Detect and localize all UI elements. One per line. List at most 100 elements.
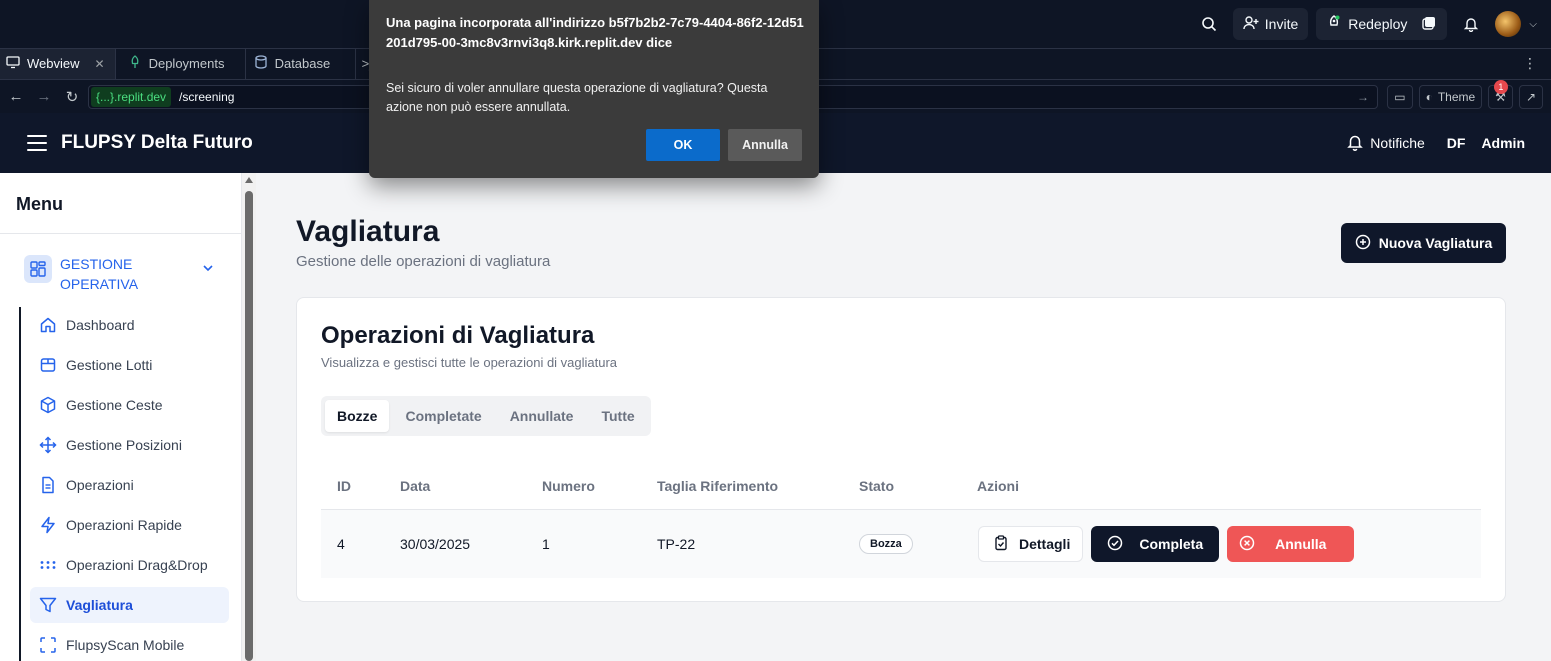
sidebar-item-label: Gestione Ceste — [66, 397, 163, 413]
screening-table: ID Data Numero Taglia Riferimento Stato … — [321, 462, 1481, 578]
sidebar-item-label: Operazioni — [66, 477, 134, 493]
cell-id: 4 — [337, 536, 345, 552]
invite-button[interactable]: Invite — [1232, 8, 1309, 40]
new-screening-button[interactable]: Nuova Vagliatura — [1341, 223, 1506, 263]
scroll-up-icon[interactable] — [245, 177, 253, 183]
sidebar-item-label: Gestione Lotti — [66, 357, 153, 373]
cell-stato: Bozza — [859, 510, 913, 578]
tab-database[interactable]: Database — [246, 48, 356, 79]
dialog-cancel-button[interactable]: Annulla — [728, 129, 802, 161]
notifications-label: Notifiche — [1370, 135, 1425, 151]
tab-completate[interactable]: Completate — [393, 400, 493, 432]
card-subtitle: Visualizza e gestisci tutte le operazion… — [321, 355, 618, 370]
main-content: Vagliatura Gestione delle operazioni di … — [256, 173, 1551, 661]
layout-grid-icon — [24, 255, 52, 283]
sidebar-item-gestione-lotti[interactable]: Gestione Lotti — [30, 347, 229, 383]
replit-top-actions: Invite Redeploy ⌵ — [1193, 8, 1537, 40]
sidebar-item-operazioni-rapide[interactable]: Operazioni Rapide — [30, 507, 229, 543]
app-title: FLUPSY Delta Futuro — [61, 132, 253, 153]
complete-button[interactable]: Completa — [1091, 526, 1220, 562]
reload-icon[interactable]: ↻ — [58, 88, 86, 106]
dialog-title: Una pagina incorporata all'indirizzo b5f… — [386, 15, 804, 50]
tab-webview[interactable]: Webview ✕ — [0, 48, 116, 79]
scrollbar-thumb[interactable] — [245, 191, 253, 661]
sidebar-item-label: FlupsyScan Mobile — [66, 637, 185, 653]
sidebar-group-gestione-operativa[interactable]: GESTIONE OPERATIVA — [24, 255, 224, 294]
box-icon — [38, 395, 58, 415]
sidebar-scrollbar[interactable] — [242, 173, 256, 661]
plus-circle-icon — [1355, 234, 1371, 253]
user-initials: DF — [1446, 135, 1466, 151]
cancel-label: Annulla — [1275, 536, 1327, 552]
cancel-button[interactable]: Annulla — [1227, 526, 1355, 562]
sidebar-title: Menu — [16, 194, 63, 214]
redeploy-button[interactable]: Redeploy — [1316, 8, 1448, 40]
go-arrow-icon[interactable]: → — [1357, 90, 1369, 104]
table-header-row: ID Data Numero Taglia Riferimento Stato … — [321, 462, 1481, 510]
webview-tools: ▭ ◐ Theme ⚒ 1 ↗ — [1387, 80, 1543, 109]
page-subtitle: Gestione delle operazioni di vagliatura — [296, 253, 551, 270]
screening-card: Operazioni di Vagliatura Visualizza e ge… — [296, 297, 1506, 602]
page-title: Vagliatura — [296, 215, 440, 248]
table-row: 4 30/03/2025 1 TP-22 Bozza Dettagli Comp… — [321, 510, 1481, 578]
devtools-button[interactable]: ⚒ 1 — [1488, 80, 1513, 109]
close-icon[interactable]: ✕ — [95, 57, 105, 71]
redeploy-label: Redeploy — [1348, 16, 1408, 32]
monitor-icon — [6, 55, 20, 72]
tab-label: Webview — [27, 56, 80, 71]
status-badge: Bozza — [859, 534, 913, 554]
bell-icon[interactable] — [1455, 8, 1487, 40]
cell-data: 30/03/2025 — [400, 536, 471, 552]
sidebar-item-operazioni[interactable]: Operazioni — [30, 467, 229, 503]
sidebar-item-dashboard[interactable]: Dashboard — [30, 307, 229, 343]
header-actions: Notifiche DF Admin — [1346, 113, 1525, 173]
sidebar-item-gestione-posizioni[interactable]: Gestione Posizioni — [30, 427, 229, 463]
new-screening-label: Nuova Vagliatura — [1378, 235, 1493, 251]
home-icon — [38, 315, 58, 335]
search-icon[interactable] — [1193, 8, 1225, 40]
details-label: Dettagli — [1019, 536, 1071, 552]
sidebar-item-flupsyscan-mobile[interactable]: FlupsyScan Mobile — [30, 627, 229, 661]
zap-icon — [38, 515, 58, 535]
url-path: /screening — [179, 90, 235, 104]
user-name: Admin — [1481, 135, 1525, 151]
dialog-ok-button[interactable]: OK — [646, 129, 720, 161]
bell-icon — [1346, 133, 1364, 154]
back-arrow-icon[interactable]: ← — [2, 88, 30, 105]
user-menu[interactable]: DF Admin — [1447, 135, 1525, 151]
tab-annullate[interactable]: Annullate — [498, 400, 586, 432]
forward-arrow-icon[interactable]: → — [30, 88, 58, 105]
add-user-icon — [1243, 15, 1259, 34]
sidebar: Menu GESTIONE OPERATIVA Dashboard Gestio… — [0, 173, 242, 661]
package-icon — [38, 355, 58, 375]
external-link-icon[interactable]: ↗ — [1518, 85, 1543, 109]
tab-label: Database — [274, 56, 331, 71]
sidebar-item-gestione-ceste[interactable]: Gestione Ceste — [30, 387, 229, 423]
divider — [0, 233, 241, 234]
device-icon[interactable]: ▭ — [1387, 85, 1413, 109]
theme-button[interactable]: ◐ Theme — [1418, 85, 1483, 109]
column-header-taglia: Taglia Riferimento — [657, 477, 779, 494]
sidebar-item-vagliatura[interactable]: Vagliatura — [30, 587, 229, 623]
card-title: Operazioni di Vagliatura — [321, 322, 595, 349]
chevron-down-icon[interactable] — [202, 261, 214, 279]
sidebar-item-operazioni-dragdrop[interactable]: Operazioni Drag&Drop — [30, 547, 229, 583]
details-button[interactable]: Dettagli — [978, 526, 1084, 562]
more-vertical-icon[interactable]: ⋮ — [1523, 55, 1537, 72]
tab-tutte[interactable]: Tutte — [589, 400, 646, 432]
url-domain: {...}.replit.dev — [91, 87, 172, 107]
notifications-button[interactable]: Notifiche — [1346, 133, 1425, 154]
column-header-stato: Stato — [859, 477, 894, 494]
move-icon — [38, 435, 58, 455]
tab-bozze[interactable]: Bozze — [325, 400, 390, 432]
theme-label: Theme — [1437, 90, 1476, 104]
sidebar-item-label: Dashboard — [66, 317, 135, 333]
group-indicator-line — [19, 307, 21, 661]
hamburger-menu-icon[interactable] — [27, 135, 47, 151]
copy-icon[interactable] — [1421, 15, 1437, 34]
tab-deployments[interactable]: Deployments — [116, 48, 246, 79]
chevron-down-icon[interactable]: ⌵ — [1529, 19, 1537, 30]
column-header-data: Data — [400, 477, 431, 494]
dialog-message: Sei sicuro di voler annullare questa ope… — [386, 81, 768, 114]
avatar[interactable] — [1495, 11, 1522, 37]
